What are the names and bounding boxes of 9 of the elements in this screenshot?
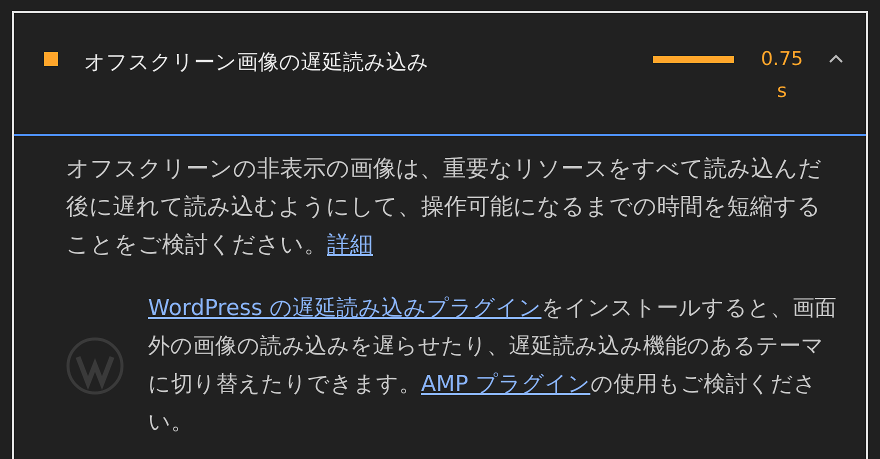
wordpress-logo-icon xyxy=(66,337,124,395)
description-text: オフスクリーンの非表示の画像は、重要なリソースをすべて読み込んだ後に遅れて読み込むようにして、操作可能になるまでの時間を短縮することをご検討ください。詳細 xyxy=(66,155,823,260)
audit-title: オフスクリーン画像の遅延読み込み xyxy=(84,49,430,76)
link[interactable]: 詳細 xyxy=(327,232,373,258)
link[interactable]: WordPress の遅延読み込みプラグイン xyxy=(148,296,542,321)
chevron-up-icon[interactable] xyxy=(828,54,844,64)
link[interactable]: AMP プラグイン xyxy=(421,372,590,397)
advice-text: WordPress の遅延読み込みプラグイン をインストールすると、画面外の画像の読み込みを遅らせたり、遅延読み込み機能のあるテーマに切り替えたりできます。AMP プラグインの使用もご検討ください。 xyxy=(148,295,838,437)
audit-value: 0.75 s xyxy=(760,47,804,104)
